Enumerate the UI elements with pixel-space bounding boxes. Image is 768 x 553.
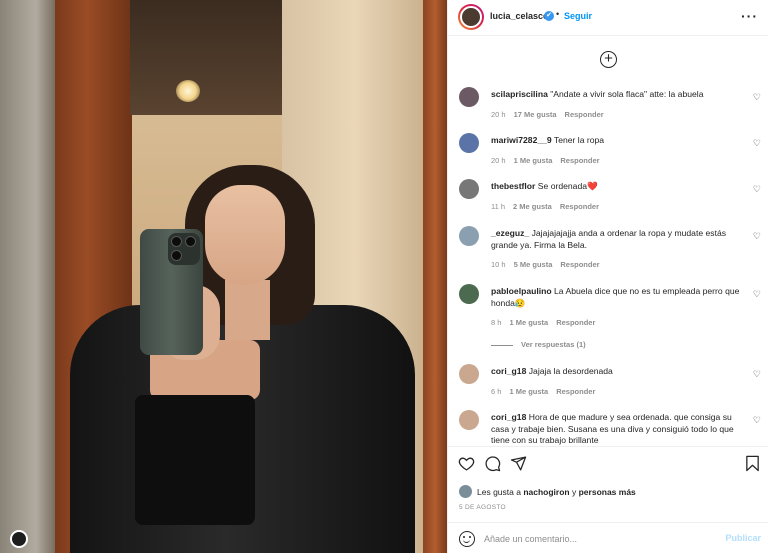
post-photo[interactable] xyxy=(0,0,447,553)
commenter-username[interactable]: mariwi7282__9 xyxy=(491,135,552,145)
comment-meta: 20 h 17 Me gusta Responder xyxy=(491,110,612,119)
likes-prefix: Les gusta a xyxy=(477,486,521,497)
commenter-avatar[interactable] xyxy=(459,364,479,384)
separator-dot: • xyxy=(556,9,560,19)
photo-door-frame xyxy=(423,0,447,553)
add-comment-bar: Publicar xyxy=(448,522,768,553)
comment-time[interactable]: 10 h xyxy=(491,260,506,269)
post-actions: Les gusta a nachogiron y personas más 5 … xyxy=(448,446,768,553)
view-replies-link[interactable]: Ver respuestas (1) xyxy=(491,340,586,349)
commenter-username[interactable]: cori_g18 xyxy=(491,366,526,376)
author-username[interactable]: lucia_celasco xyxy=(490,11,549,21)
comment-input[interactable] xyxy=(484,530,704,548)
comment-text-block: cori_g18 Hora de que madure y sea ordena… xyxy=(491,412,746,446)
comment-time[interactable]: 20 h xyxy=(491,110,506,119)
comment-time[interactable]: 11 h xyxy=(491,202,505,211)
comment-meta: 6 h 1 Me gusta Responder xyxy=(491,387,603,396)
photo-neck xyxy=(225,280,270,340)
commenter-username[interactable]: _ezeguz_ xyxy=(491,228,529,238)
comment-like-icon[interactable]: ♡ xyxy=(753,138,761,149)
comment-text-block: cori_g18 Jajaja la desordenada xyxy=(491,366,746,378)
post-header: lucia_celasco ✔ • Seguir ··· xyxy=(448,0,768,36)
comment-likes[interactable]: 5 Me gusta xyxy=(514,260,553,269)
comment-likes[interactable]: 1 Me gusta xyxy=(509,318,548,327)
comment-text: Jajaja la desordenada xyxy=(528,366,613,376)
author-avatar[interactable] xyxy=(458,4,484,30)
comment-text-block: scilapriscilina "Andate a vivir sola fla… xyxy=(491,89,746,101)
reply-button[interactable]: Responder xyxy=(565,110,604,119)
comment-meta: 20 h 1 Me gusta Responder xyxy=(491,156,608,165)
comment-time[interactable]: 20 h xyxy=(491,156,506,165)
likes-conjunction: y xyxy=(571,486,577,497)
comment-like-icon[interactable]: ♡ xyxy=(753,415,761,426)
commenter-username[interactable]: pabloelpaulino xyxy=(491,286,552,296)
comment-row: cori_g18 Hora de que madure y sea ordena… xyxy=(448,410,768,446)
comment-likes[interactable]: 17 Me gusta xyxy=(514,110,557,119)
comment-like-icon[interactable]: ♡ xyxy=(753,369,761,380)
comment-likes[interactable]: 1 Me gusta xyxy=(509,387,548,396)
post-date: 5 DE AGOSTO xyxy=(459,504,506,511)
publish-button[interactable]: Publicar xyxy=(725,533,761,543)
liker-avatar[interactable] xyxy=(459,485,472,498)
photo-wall xyxy=(0,0,60,553)
comment-text: Hora de que madure y sea ordenada. que c… xyxy=(491,412,734,445)
photo-face xyxy=(205,185,285,285)
comment-meta: 11 h 2 Me gusta Responder xyxy=(491,202,607,211)
comment-like-icon[interactable]: ♡ xyxy=(753,184,761,195)
photo-phone-camera xyxy=(168,233,200,265)
comment-meta: 10 h 5 Me gusta Responder xyxy=(491,260,608,269)
post-modal: lucia_celasco ✔ • Seguir ··· + scilapris… xyxy=(0,0,768,553)
comment-time[interactable]: 8 h xyxy=(491,318,501,327)
comment-meta: 8 h 1 Me gusta Responder xyxy=(491,318,603,327)
comment-text-block: mariwi7282__9 Tener la ropa xyxy=(491,135,746,147)
comment-text: Se ordenada❤️ xyxy=(537,181,598,191)
comment-text: "Andate a vivir sola flaca" atte: la abu… xyxy=(550,89,704,99)
comment-likes[interactable]: 2 Me gusta xyxy=(513,202,552,211)
load-more-comments-icon[interactable]: + xyxy=(600,51,617,68)
tagged-user-icon[interactable] xyxy=(10,530,28,548)
commenter-username[interactable]: thebestflor xyxy=(491,181,535,191)
comment-text-block: _ezeguz_ Jajajajajajja anda a ordenar la… xyxy=(491,228,746,251)
post-side-panel: lucia_celasco ✔ • Seguir ··· + scilapris… xyxy=(447,0,768,553)
commenter-avatar[interactable] xyxy=(459,226,479,246)
comment-text: Tener la ropa xyxy=(553,135,605,145)
reply-button[interactable]: Responder xyxy=(560,202,599,211)
commenter-avatar[interactable] xyxy=(459,284,479,304)
verified-icon: ✔ xyxy=(544,11,554,21)
reply-button[interactable]: Responder xyxy=(560,156,599,165)
comment-likes[interactable]: 1 Me gusta xyxy=(514,156,553,165)
reply-button[interactable]: Responder xyxy=(556,387,595,396)
emoji-icon[interactable] xyxy=(459,531,475,547)
comment-like-icon[interactable]: ♡ xyxy=(753,231,761,242)
commenter-username[interactable]: scilapriscilina xyxy=(491,89,548,99)
comment-text-block: pabloelpaulino La Abuela dice que no es … xyxy=(491,286,746,309)
save-bookmark-icon[interactable] xyxy=(744,455,761,472)
action-icons xyxy=(458,455,527,472)
follow-button[interactable]: Seguir xyxy=(564,11,592,21)
more-options-icon[interactable]: ··· xyxy=(741,8,758,24)
commenter-username[interactable]: cori_g18 xyxy=(491,412,526,422)
commenter-avatar[interactable] xyxy=(459,87,479,107)
photo-top xyxy=(135,395,255,525)
photo-lamp xyxy=(176,80,200,102)
comment-bubble-icon[interactable] xyxy=(484,455,501,472)
comment-time[interactable]: 6 h xyxy=(491,387,501,396)
commenter-avatar[interactable] xyxy=(459,410,479,430)
share-paper-plane-icon[interactable] xyxy=(510,455,527,472)
other-likers-link[interactable]: personas más xyxy=(579,487,636,497)
comment-like-icon[interactable]: ♡ xyxy=(753,92,761,103)
likes-summary: Les gusta a nachogiron y personas más xyxy=(459,485,636,498)
liker-username[interactable]: nachogiron xyxy=(523,487,569,497)
reply-button[interactable]: Responder xyxy=(556,318,595,327)
commenter-avatar[interactable] xyxy=(459,179,479,199)
reply-button[interactable]: Responder xyxy=(560,260,599,269)
comment-like-icon[interactable]: ♡ xyxy=(753,289,761,300)
like-heart-icon[interactable] xyxy=(458,455,475,472)
comment-text-block: thebestflor Se ordenada❤️ xyxy=(491,181,746,193)
commenter-avatar[interactable] xyxy=(459,133,479,153)
